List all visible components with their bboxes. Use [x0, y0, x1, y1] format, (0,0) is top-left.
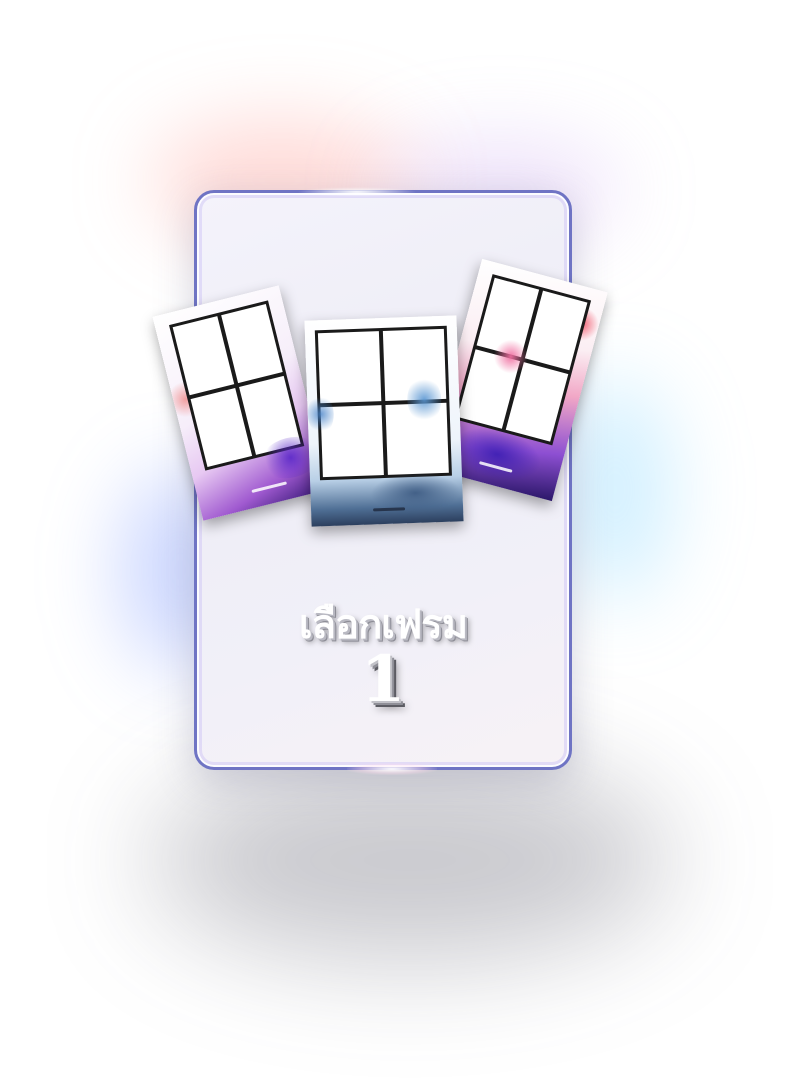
frame-caption: [478, 461, 513, 473]
frame-select-stage: เลือกเฟรม 1: [0, 0, 801, 1088]
frame-caption: [373, 507, 406, 512]
frame-number: 1: [360, 642, 406, 717]
photo-slot-grid: [169, 300, 305, 471]
photo-slot: [317, 331, 382, 404]
card-shadow: [150, 760, 670, 960]
photo-slot: [320, 405, 384, 478]
cyan-glow: [560, 380, 670, 600]
photo-slot-grid: [314, 325, 452, 481]
frame-preview-jellyfish-ocean: [304, 315, 464, 527]
photo-slot-grid: [453, 274, 592, 446]
photo-slot: [382, 328, 447, 401]
frame-caption: [251, 481, 288, 493]
photo-slot: [385, 402, 449, 475]
